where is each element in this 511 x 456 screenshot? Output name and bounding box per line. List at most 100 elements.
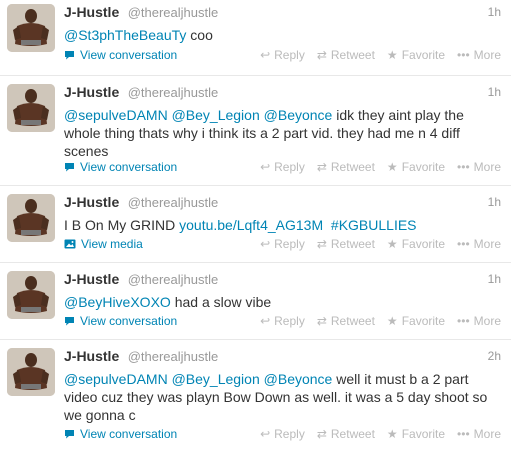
reply-button[interactable]: ↩ Reply (260, 237, 305, 251)
reply-arrow-icon: ↩ (260, 427, 271, 441)
view-conversation-link[interactable]: View conversation (64, 160, 177, 174)
avatar[interactable] (7, 194, 55, 242)
retweet-icon: ⇄ (316, 160, 327, 174)
tweet-actions: ↩ Reply ⇄ Retweet ★ Favorite ••• More (260, 48, 501, 62)
avatar[interactable] (7, 271, 55, 319)
more-label: More (473, 160, 501, 174)
more-button[interactable]: ••• More (457, 237, 501, 251)
star-icon: ★ (386, 314, 398, 328)
tweet-author-name[interactable]: J-Hustle (64, 271, 119, 287)
mention-link[interactable]: @Bey_Legion (172, 371, 260, 387)
more-label: More (473, 427, 501, 441)
view-conversation-label: View conversation (80, 48, 178, 62)
hashtag-link[interactable]: #KGBULLIES (331, 217, 417, 233)
view-conversation-link[interactable]: View conversation (64, 314, 177, 328)
star-icon: ★ (386, 237, 398, 251)
more-button[interactable]: ••• More (457, 160, 501, 174)
tweet-footer: View conversation ↩ Reply ⇄ Retweet ★ Favor… (64, 314, 501, 332)
mention-link[interactable]: @sepulveDAMN (64, 371, 168, 387)
tweet-item[interactable]: J-Hustle @therealjhustle 1h @St3phTheBea… (0, 0, 511, 76)
tweet-text: @BeyHiveXOXO had a slow vibe (64, 293, 501, 311)
favorite-button[interactable]: ★ Favorite (387, 427, 445, 441)
retweet-button[interactable]: ⇄ Retweet (317, 314, 375, 328)
view-conversation-label: View conversation (80, 160, 178, 174)
tweet-timestamp[interactable]: 1h (488, 5, 501, 19)
mention-link[interactable]: @sepulveDAMN (64, 107, 168, 123)
favorite-button[interactable]: ★ Favorite (387, 48, 445, 62)
tweet-item[interactable]: J-Hustle @therealjhustle 1h @sepulveDAMN… (0, 76, 511, 186)
reply-label: Reply (274, 427, 305, 441)
url-link[interactable]: youtu.be/Lqft4_AG13M (179, 217, 323, 233)
avatar-image-icon (7, 84, 55, 132)
tweet-timestamp[interactable]: 1h (488, 272, 501, 286)
retweet-icon: ⇄ (316, 48, 327, 62)
tweet-author-handle[interactable]: @therealjhustle (128, 272, 219, 287)
mention-link[interactable]: @Beyonce (264, 371, 333, 387)
mention-link[interactable]: @BeyHiveXOXO (64, 294, 171, 310)
tweet-item[interactable]: J-Hustle @therealjhustle 2h @sepulveDAMN… (0, 340, 511, 456)
tweet-item[interactable]: J-Hustle @therealjhustle 1h I B On My GR… (0, 186, 511, 263)
retweet-button[interactable]: ⇄ Retweet (317, 237, 375, 251)
more-label: More (473, 48, 501, 62)
view-media-label: View media (81, 237, 143, 251)
tweet-author-handle[interactable]: @therealjhustle (128, 5, 219, 20)
avatar[interactable] (7, 4, 55, 52)
tweet-header: J-Hustle @therealjhustle 1h (64, 194, 501, 214)
retweet-icon: ⇄ (316, 237, 327, 251)
mention-link[interactable]: @St3phTheBeauTy (64, 27, 186, 43)
retweet-button[interactable]: ⇄ Retweet (317, 160, 375, 174)
tweet-footer: View media ↩ Reply ⇄ Retweet ★ Favorite •••… (64, 237, 501, 255)
reply-button[interactable]: ↩ Reply (260, 160, 305, 174)
reply-label: Reply (274, 314, 305, 328)
view-conversation-link[interactable]: View conversation (64, 48, 177, 62)
retweet-icon: ⇄ (316, 314, 327, 328)
tweet-author-name[interactable]: J-Hustle (64, 348, 119, 364)
tweet-text: @St3phTheBeauTy coo (64, 26, 501, 44)
view-conversation-label: View conversation (80, 314, 178, 328)
avatar[interactable] (7, 348, 55, 396)
mention-link[interactable]: @Beyonce (264, 107, 333, 123)
view-media-link[interactable]: View media (64, 237, 143, 251)
reply-button[interactable]: ↩ Reply (260, 48, 305, 62)
star-icon: ★ (386, 48, 398, 62)
dots-icon: ••• (457, 160, 470, 174)
tweet-text-body: coo (186, 27, 213, 43)
view-conversation-link[interactable]: View conversation (64, 427, 177, 441)
more-button[interactable]: ••• More (457, 48, 501, 62)
retweet-label: Retweet (330, 314, 375, 328)
tweet-actions: ↩ Reply ⇄ Retweet ★ Favorite ••• More (260, 427, 501, 441)
favorite-button[interactable]: ★ Favorite (387, 314, 445, 328)
reply-button[interactable]: ↩ Reply (260, 314, 305, 328)
reply-button[interactable]: ↩ Reply (260, 427, 305, 441)
retweet-label: Retweet (330, 237, 375, 251)
reply-label: Reply (274, 160, 305, 174)
tweet-timeline: J-Hustle @therealjhustle 1h @St3phTheBea… (0, 0, 511, 456)
tweet-text-body: I B On My GRIND (64, 217, 180, 233)
tweet-text: I B On My GRIND youtu.be/Lqft4_AG13M #KG… (64, 216, 501, 234)
avatar[interactable] (7, 84, 55, 132)
tweet-header: J-Hustle @therealjhustle 1h (64, 271, 501, 291)
tweet-timestamp[interactable]: 1h (488, 85, 501, 99)
tweet-text-body: had a slow vibe (170, 294, 272, 310)
retweet-label: Retweet (330, 48, 375, 62)
tweet-timestamp[interactable]: 1h (488, 195, 501, 209)
photo-icon (64, 239, 76, 249)
tweet-timestamp[interactable]: 2h (488, 349, 501, 363)
tweet-author-name[interactable]: J-Hustle (64, 4, 119, 20)
more-button[interactable]: ••• More (457, 427, 501, 441)
tweet-item[interactable]: J-Hustle @therealjhustle 1h @BeyHiveXOXO… (0, 263, 511, 340)
favorite-button[interactable]: ★ Favorite (387, 160, 445, 174)
tweet-author-name[interactable]: J-Hustle (64, 194, 119, 210)
favorite-button[interactable]: ★ Favorite (387, 237, 445, 251)
tweet-author-handle[interactable]: @therealjhustle (128, 349, 219, 364)
tweet-text: @sepulveDAMN @Bey_Legion @Beyonce well i… (64, 370, 501, 424)
tweet-author-name[interactable]: J-Hustle (64, 84, 119, 100)
favorite-label: Favorite (401, 314, 446, 328)
more-button[interactable]: ••• More (457, 314, 501, 328)
retweet-button[interactable]: ⇄ Retweet (317, 48, 375, 62)
tweet-author-handle[interactable]: @therealjhustle (128, 85, 219, 100)
tweet-author-handle[interactable]: @therealjhustle (128, 195, 219, 210)
more-label: More (473, 314, 501, 328)
mention-link[interactable]: @Bey_Legion (172, 107, 260, 123)
retweet-button[interactable]: ⇄ Retweet (317, 427, 375, 441)
